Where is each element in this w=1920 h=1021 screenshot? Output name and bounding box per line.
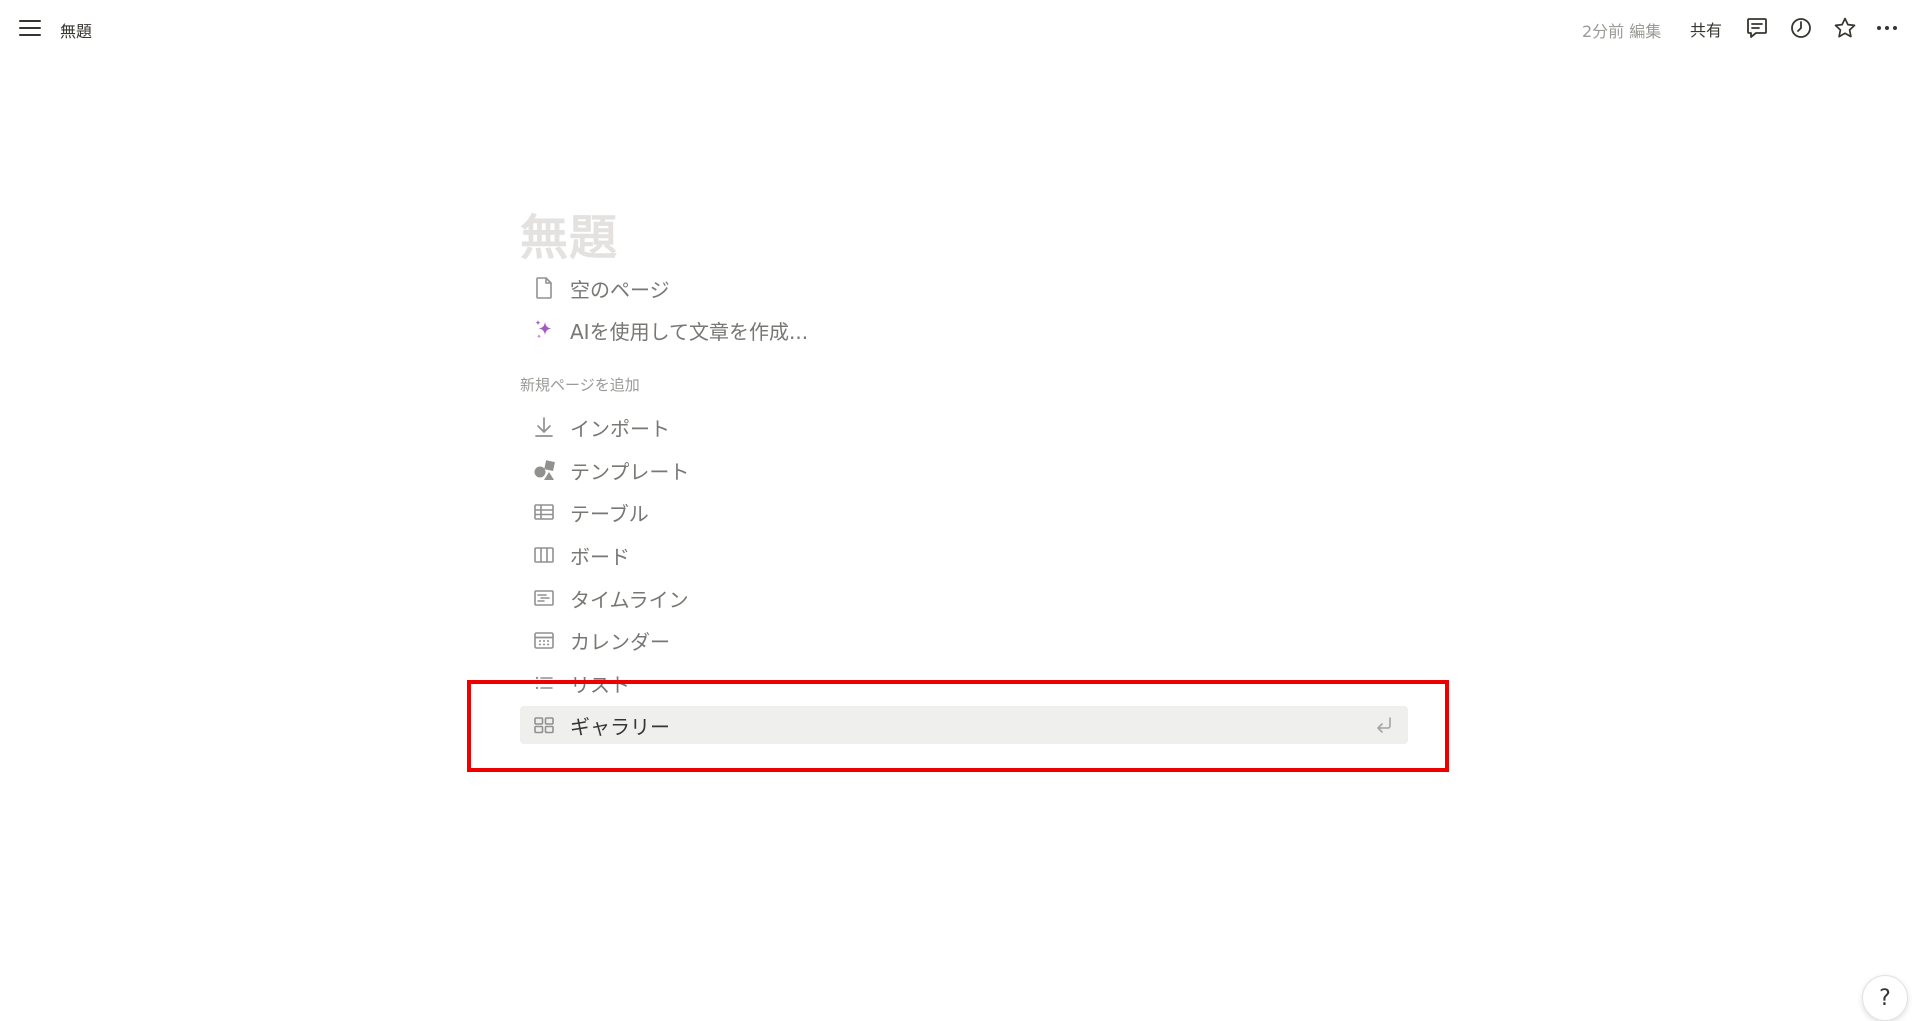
option-label: 空のページ [570, 277, 670, 302]
option-label: テーブル [570, 501, 649, 526]
board-icon [524, 536, 564, 574]
last-edited-status: 2分前 編集 [1582, 22, 1662, 41]
document-icon [524, 269, 564, 307]
breadcrumb-page-title[interactable]: 無題 [60, 18, 92, 42]
option-label: テンプレート [570, 459, 690, 484]
history-clock-icon[interactable] [1787, 14, 1815, 42]
timeline-icon [524, 579, 564, 617]
import-option[interactable]: インポート [520, 408, 1408, 446]
comment-icon[interactable] [1743, 14, 1771, 42]
option-label: リスト [570, 672, 630, 697]
template-icon [524, 451, 564, 489]
option-label: AIを使用して文章を作成... [570, 319, 809, 344]
add-new-page-section-label: 新規ページを追加 [520, 376, 640, 394]
enter-key-icon [1377, 717, 1391, 733]
ai-write-option[interactable]: AIを使用して文章を作成... [520, 311, 1408, 349]
calendar-icon [524, 621, 564, 659]
star-icon[interactable] [1831, 14, 1859, 42]
more-options-icon[interactable] [1873, 14, 1901, 42]
empty-page-option[interactable]: 空のページ [520, 269, 1408, 307]
top-bar: 無題 2分前 編集 共有 [0, 0, 1920, 56]
list-option[interactable]: リスト [520, 664, 1408, 702]
gallery-icon [524, 706, 564, 744]
share-button[interactable]: 共有 [1690, 17, 1722, 41]
option-label: タイムライン [570, 587, 689, 612]
table-icon [524, 493, 564, 531]
table-option[interactable]: テーブル [520, 493, 1408, 531]
template-option[interactable]: テンプレート [520, 451, 1408, 489]
import-icon [524, 408, 564, 446]
board-option[interactable]: ボード [520, 536, 1408, 574]
help-button[interactable]: ? [1862, 975, 1908, 1021]
option-label: インポート [570, 416, 670, 441]
timeline-option[interactable]: タイムライン [520, 579, 1408, 617]
menu-icon[interactable] [18, 16, 42, 40]
ai-sparkle-icon [524, 311, 564, 349]
calendar-option[interactable]: カレンダー [520, 621, 1408, 659]
option-label: ボード [570, 544, 630, 569]
page-title-placeholder[interactable]: 無題 [520, 198, 618, 268]
list-icon [524, 664, 564, 702]
option-label: カレンダー [570, 629, 670, 654]
gallery-option[interactable]: ギャラリー [520, 706, 1408, 744]
option-label: ギャラリー [570, 714, 670, 739]
